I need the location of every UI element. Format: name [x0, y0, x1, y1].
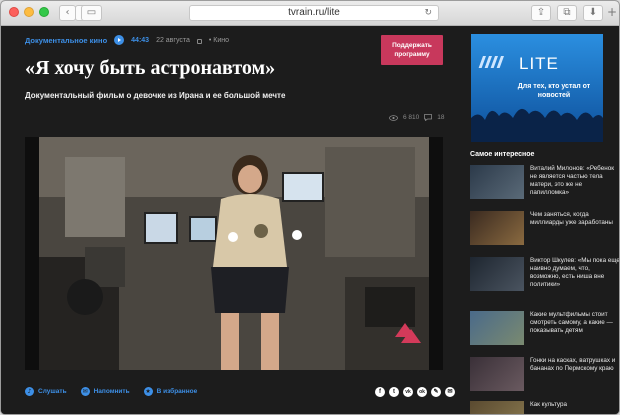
news-title: Виктор Шкулев: «Мы пока еще наивно думае…	[530, 257, 620, 288]
listen-label: Слушать	[38, 388, 67, 395]
new-tab-button[interactable]: +	[605, 5, 619, 21]
mail-icon: ✉	[80, 387, 90, 396]
comment-icon[interactable]	[424, 114, 433, 121]
url-text: tvrain.ru/lite	[288, 7, 340, 18]
news-item[interactable]: Гонки на касках, ватрушках и бананах по …	[470, 357, 619, 391]
sidebar-title: Самое интересное	[470, 151, 535, 158]
share-icon: ⇪	[536, 7, 546, 18]
tabs-icon: ⧉	[563, 7, 571, 18]
favorite-label: В избранное	[156, 388, 198, 395]
lock-icon	[196, 38, 202, 44]
ad-text: Для тех, кто устал от новостей	[517, 83, 591, 99]
section-link[interactable]: • Кино	[209, 37, 229, 44]
sidebar-icon: ▭	[86, 7, 97, 18]
news-item[interactable]: Виталий Милонов: «Ребенок не является ча…	[470, 165, 619, 199]
duration: 44:43	[131, 36, 150, 44]
publish-date: 22 августа	[156, 36, 190, 44]
remind-label: Напомнить	[93, 388, 130, 395]
share-page-button[interactable]: ⇪	[531, 5, 551, 21]
headphones-icon: ♪	[25, 387, 34, 396]
remind-button[interactable]: ✉ Напомнить	[80, 387, 130, 396]
ad-brand: LITE	[519, 54, 559, 73]
news-thumbnail	[470, 357, 524, 391]
address-bar[interactable]: tvrain.ru/lite ↻	[189, 5, 439, 21]
close-window-button[interactable]	[9, 7, 19, 17]
minimize-window-button[interactable]	[24, 7, 34, 17]
pen-icon[interactable]: ✎	[431, 387, 441, 397]
news-item[interactable]: Чем заняться, когда миллиарды уже зарабо…	[470, 211, 619, 245]
news-item[interactable]: Виктор Шкулев: «Мы пока еще наивно думае…	[470, 257, 620, 291]
back-button[interactable]: ‹	[59, 5, 76, 21]
download-icon: ⬇	[588, 7, 598, 18]
video-player[interactable]	[25, 137, 443, 370]
news-title: Как культура	[530, 401, 568, 408]
eye-icon	[389, 114, 398, 121]
play-icon[interactable]	[114, 35, 125, 45]
article-stats: 6 810 18	[389, 114, 445, 121]
star-icon: ★	[143, 387, 153, 396]
vk-icon[interactable]: vk	[403, 387, 413, 397]
odnoklassniki-icon[interactable]: ok	[417, 387, 427, 397]
sidebar-toggle-button[interactable]: ▭	[81, 5, 102, 21]
video-frame	[25, 137, 443, 370]
twitter-icon[interactable]: t	[389, 387, 399, 397]
facebook-icon[interactable]: f	[375, 387, 385, 397]
article-meta: Документальное кино 44:43 22 августа • К…	[25, 35, 229, 45]
news-thumbnail	[470, 311, 524, 345]
news-title: Чем заняться, когда миллиарды уже зарабо…	[530, 211, 613, 226]
reload-icon[interactable]: ↻	[424, 6, 432, 20]
news-item[interactable]: Как культура	[470, 401, 619, 414]
lite-ad-banner[interactable]: LITE Для тех, кто устал от новостей	[471, 34, 603, 142]
views-count: 6 810	[403, 114, 420, 121]
browser-toolbar: ‹ › ▭ tvrain.ru/lite ↻ ⇪ ⧉ ⬇ +	[1, 1, 619, 26]
page-title: «Я хочу быть астронавтом»	[25, 57, 276, 79]
article-actions: ♪ Слушать ✉ Напомнить ★ В избранное	[25, 387, 197, 396]
news-thumbnail	[470, 165, 524, 199]
news-thumbnail	[470, 401, 524, 414]
news-thumbnail	[470, 257, 524, 291]
page-content: Документальное кино 44:43 22 августа • К…	[1, 27, 620, 414]
page-subtitle: Документальный фильм о девочке из Ирана …	[25, 91, 286, 100]
category-link[interactable]: Документальное кино	[25, 36, 107, 45]
support-program-button[interactable]: Поддержать программу	[381, 35, 443, 65]
news-title: Виталий Милонов: «Ребенок не является ча…	[530, 165, 614, 196]
news-thumbnail	[470, 211, 524, 245]
browser-window: ‹ › ▭ tvrain.ru/lite ↻ ⇪ ⧉ ⬇ + Документа…	[0, 0, 620, 415]
plus-icon: +	[606, 5, 618, 19]
share-buttons: f t vk ok ✎ ✉	[375, 387, 455, 397]
favorite-button[interactable]: ★ В избранное	[143, 387, 198, 396]
comments-count[interactable]: 18	[437, 114, 444, 121]
show-tabs-button[interactable]: ⧉	[557, 5, 577, 21]
zoom-window-button[interactable]	[39, 7, 49, 17]
mail-share-icon[interactable]: ✉	[445, 387, 455, 397]
downloads-button[interactable]: ⬇	[583, 5, 603, 21]
news-item[interactable]: Какие мультфильмы стоит смотреть самому,…	[470, 311, 619, 345]
listen-button[interactable]: ♪ Слушать	[25, 387, 67, 396]
news-title: Какие мультфильмы стоит смотреть самому,…	[530, 311, 613, 334]
chevron-left-icon: ‹	[65, 7, 70, 18]
news-title: Гонки на касках, ватрушках и бананах по …	[530, 357, 616, 372]
